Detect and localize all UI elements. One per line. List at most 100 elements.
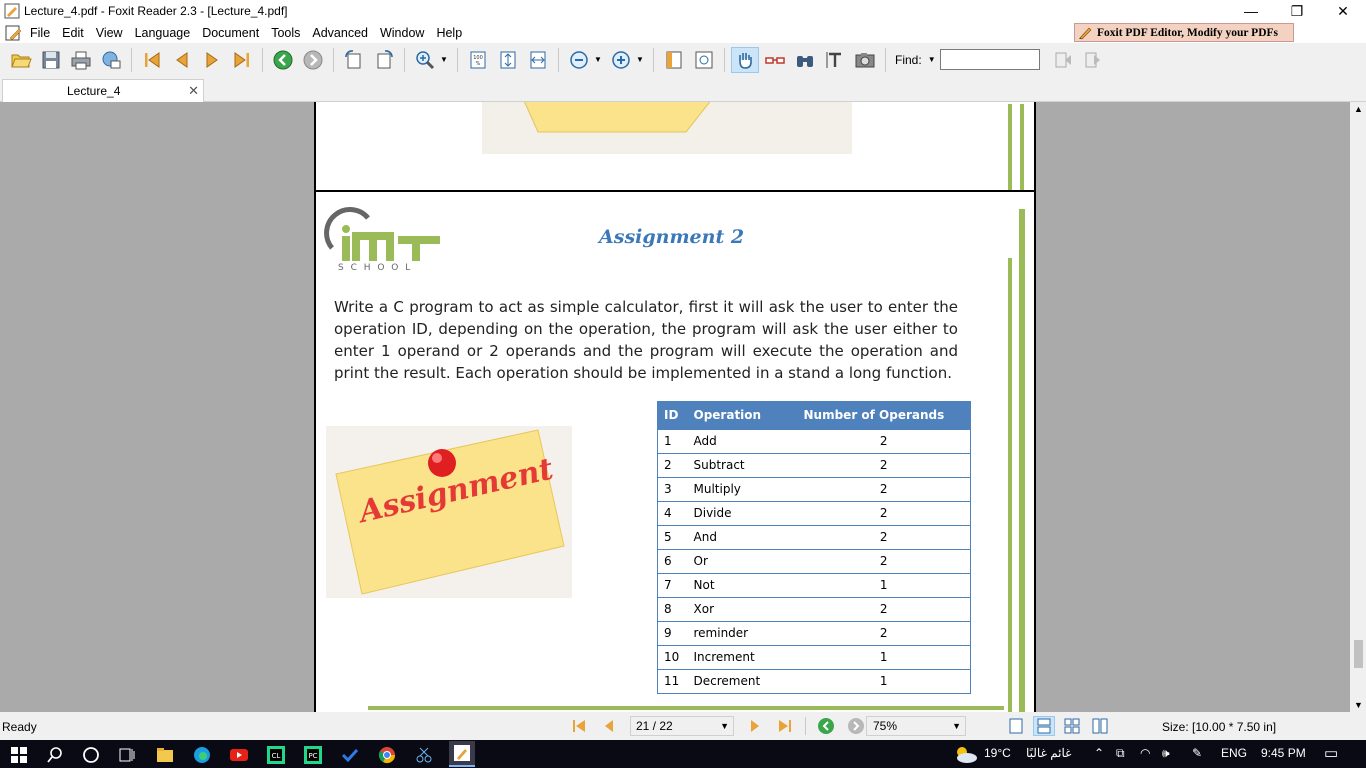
next-page-button[interactable] xyxy=(198,47,226,73)
volume-icon[interactable]: 🕪 xyxy=(1162,746,1170,761)
weather-temperature[interactable]: 19°C xyxy=(984,746,1011,760)
status-forward-button[interactable] xyxy=(845,716,867,736)
tab-close-icon[interactable]: ✕ xyxy=(188,83,199,99)
taskbar-search-button[interactable] xyxy=(44,744,66,766)
menu-view[interactable]: View xyxy=(90,26,129,40)
save-button[interactable] xyxy=(37,47,65,73)
first-page-icon xyxy=(145,51,160,68)
scroll-down-icon[interactable]: ▼ xyxy=(1354,700,1363,710)
status-back-button[interactable] xyxy=(815,716,837,736)
fit-page-button[interactable] xyxy=(494,47,522,73)
status-last-page-button[interactable] xyxy=(774,716,796,736)
zoom-out-button[interactable] xyxy=(565,47,593,73)
print-button[interactable] xyxy=(67,47,95,73)
close-button[interactable]: ✕ xyxy=(1320,0,1366,22)
zoom-select[interactable]: 75% ▼ xyxy=(866,716,966,736)
find-options-chevron-icon[interactable]: ▼ xyxy=(928,55,936,64)
toolbar-separator xyxy=(333,47,334,72)
page-navigation: 21 / 22 ▼ xyxy=(564,716,871,736)
search-button[interactable] xyxy=(791,47,819,73)
pen-icon[interactable]: ✎ xyxy=(1192,746,1202,760)
text-viewer-button[interactable] xyxy=(761,47,789,73)
task-view-button[interactable] xyxy=(116,744,138,766)
status-previous-page-button[interactable] xyxy=(598,716,620,736)
bookmark-panel-button[interactable] xyxy=(660,47,688,73)
window-title: Lecture_4.pdf - Foxit Reader 2.3 - [Lect… xyxy=(24,4,288,18)
select-text-button[interactable] xyxy=(821,47,849,73)
scrollbar-thumb[interactable] xyxy=(1354,640,1363,668)
wifi-icon[interactable]: ◠ xyxy=(1140,746,1150,760)
pycharm-taskbar-icon[interactable]: PC xyxy=(302,744,324,766)
foxit-reader-taskbar-icon[interactable] xyxy=(449,741,475,767)
minimize-button[interactable]: — xyxy=(1228,0,1274,22)
previous-page-button[interactable] xyxy=(168,47,196,73)
table-row: 6 Or 2 xyxy=(657,548,971,574)
chevron-down-icon[interactable]: ▼ xyxy=(594,55,602,64)
vertical-scrollbar[interactable]: ▲ ▼ xyxy=(1350,102,1366,712)
status-first-page-button[interactable] xyxy=(568,716,590,736)
first-page-button[interactable] xyxy=(138,47,166,73)
zoom-in-tool-button[interactable] xyxy=(411,47,439,73)
imt-school-logo: S C H O O L xyxy=(324,206,444,276)
last-page-button[interactable] xyxy=(228,47,256,73)
menu-window[interactable]: Window xyxy=(374,26,430,40)
rotate-left-button[interactable] xyxy=(340,47,368,73)
chevron-down-icon[interactable]: ▼ xyxy=(636,55,644,64)
find-next-button[interactable] xyxy=(1079,47,1107,73)
clion-taskbar-icon[interactable]: CL xyxy=(265,744,287,766)
continuous-facing-view-button[interactable] xyxy=(1089,716,1111,736)
page-dropdown-chevron-icon[interactable]: ▼ xyxy=(720,717,729,735)
windows-start-button[interactable] xyxy=(8,744,30,766)
last-page-icon xyxy=(779,720,791,732)
menu-edit[interactable]: Edit xyxy=(56,26,90,40)
menu-document[interactable]: Document xyxy=(196,26,265,40)
tray-expand-chevron-up-icon[interactable]: ⌃ xyxy=(1094,746,1104,760)
actual-size-button[interactable]: 100% xyxy=(464,47,492,73)
email-button[interactable] xyxy=(97,47,125,73)
clock-time[interactable]: 9:45 PM xyxy=(1261,746,1306,760)
continuous-view-button[interactable] xyxy=(1033,716,1055,736)
restore-button[interactable]: ❐ xyxy=(1274,0,1320,22)
facing-view-button[interactable] xyxy=(1061,716,1083,736)
weather-icon[interactable] xyxy=(952,744,978,766)
thumbnail-panel-button[interactable] xyxy=(690,47,718,73)
snapshot-button[interactable] xyxy=(851,47,879,73)
weather-description[interactable]: غائم غالبًا xyxy=(1026,746,1071,760)
chevron-down-icon[interactable]: ▼ xyxy=(440,55,448,64)
zoom-in-button[interactable] xyxy=(607,47,635,73)
youtube-taskbar-icon[interactable] xyxy=(228,744,250,766)
page-number-field[interactable]: 21 / 22 ▼ xyxy=(630,716,734,736)
find-input[interactable] xyxy=(939,49,1040,70)
file-explorer-taskbar-icon[interactable] xyxy=(154,744,176,766)
menu-help[interactable]: Help xyxy=(430,26,468,40)
network-icon[interactable]: ⧉ xyxy=(1116,746,1125,761)
foxit-editor-ad[interactable]: Foxit PDF Editor, Modify your PDFs xyxy=(1074,23,1294,42)
main-toolbar: ▼ 100% ▼ ▼ Find: ▼ xyxy=(0,43,1366,76)
rotate-right-button[interactable] xyxy=(370,47,398,73)
menu-tools[interactable]: Tools xyxy=(265,26,306,40)
fit-width-button[interactable] xyxy=(524,47,552,73)
menu-advanced[interactable]: Advanced xyxy=(306,26,374,40)
chrome-taskbar-icon[interactable] xyxy=(376,744,398,766)
input-language[interactable]: ENG xyxy=(1221,746,1247,760)
tab-lecture-4[interactable]: Lecture_4 ✕ xyxy=(2,79,204,102)
todo-taskbar-icon[interactable] xyxy=(339,744,361,766)
cortana-circle-icon xyxy=(83,747,99,763)
menu-language[interactable]: Language xyxy=(129,26,197,40)
back-button[interactable] xyxy=(269,47,297,73)
scroll-up-icon[interactable]: ▲ xyxy=(1354,104,1363,114)
notifications-icon[interactable]: ▭ xyxy=(1324,744,1338,762)
table-row: 1 Add 2 xyxy=(657,428,971,454)
cortana-button[interactable] xyxy=(80,744,102,766)
app-taskbar-icon[interactable] xyxy=(413,744,435,766)
forward-button[interactable] xyxy=(299,47,327,73)
open-button[interactable] xyxy=(7,47,35,73)
document-viewer[interactable]: S C H O O L Assignment 2 Write a C progr… xyxy=(0,102,1350,712)
status-next-page-button[interactable] xyxy=(744,716,766,736)
find-previous-button[interactable] xyxy=(1049,47,1077,73)
hand-tool-button[interactable] xyxy=(731,46,759,73)
zoom-chevron-down-icon[interactable]: ▼ xyxy=(952,717,961,735)
edge-taskbar-icon[interactable] xyxy=(191,744,213,766)
single-page-view-button[interactable] xyxy=(1005,716,1027,736)
menu-file[interactable]: File xyxy=(24,26,56,40)
